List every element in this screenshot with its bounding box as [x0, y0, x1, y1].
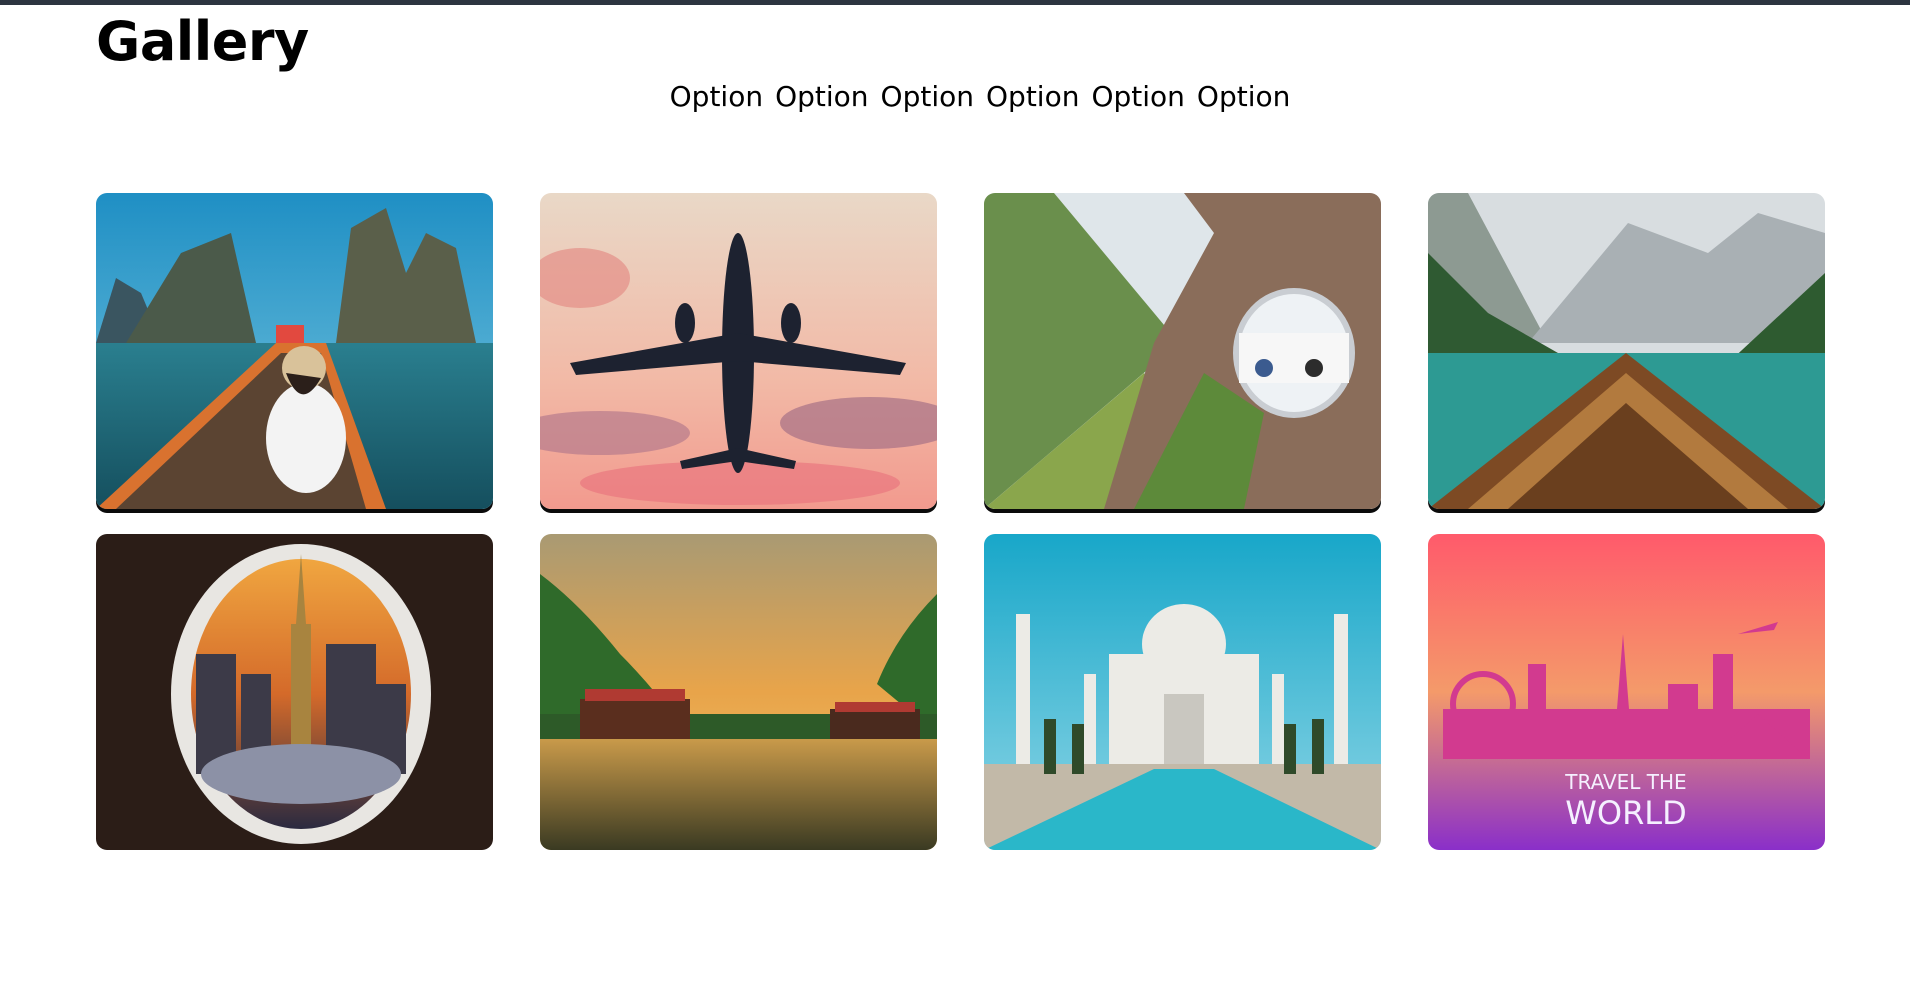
nav-option-3[interactable]: Option — [881, 80, 974, 113]
nav-option-5[interactable]: Option — [1091, 80, 1184, 113]
nav-option-4[interactable]: Option — [986, 80, 1079, 113]
nav-option-1[interactable]: Option — [670, 80, 763, 113]
travel-the-world-poster-image: TRAVEL THE WORLD — [1428, 534, 1825, 850]
airplane-window-city-image — [96, 534, 493, 850]
nav-option-6[interactable]: Option — [1197, 80, 1290, 113]
page-title: Gallery — [96, 10, 309, 73]
lake-boat-mountains-image — [1428, 193, 1825, 509]
gallery-card-6[interactable] — [540, 534, 937, 850]
poster-text-line2: WORLD — [1565, 794, 1687, 832]
taj-mahal-image — [984, 534, 1381, 850]
gallery-card-1[interactable] — [96, 193, 493, 509]
gallery-card-5[interactable] — [96, 534, 493, 850]
top-border — [0, 0, 1910, 5]
poster-text-line1: TRAVEL THE — [1564, 770, 1686, 794]
woman-on-longtail-boat-image — [96, 193, 493, 509]
gallery-card-4[interactable] — [1428, 193, 1825, 509]
gallery-grid: TRAVEL THE WORLD — [96, 193, 1825, 850]
gallery-card-7[interactable] — [984, 534, 1381, 850]
options-nav: Option Option Option Option Option Optio… — [0, 80, 1910, 113]
gallery-card-3[interactable] — [984, 193, 1381, 509]
cliff-sky-pod-image — [984, 193, 1381, 509]
nav-option-2[interactable]: Option — [775, 80, 868, 113]
gallery-card-8[interactable]: TRAVEL THE WORLD — [1428, 534, 1825, 850]
airplane-sunset-image — [540, 193, 937, 509]
houseboat-river-sunset-image — [540, 534, 937, 850]
gallery-card-2[interactable] — [540, 193, 937, 509]
